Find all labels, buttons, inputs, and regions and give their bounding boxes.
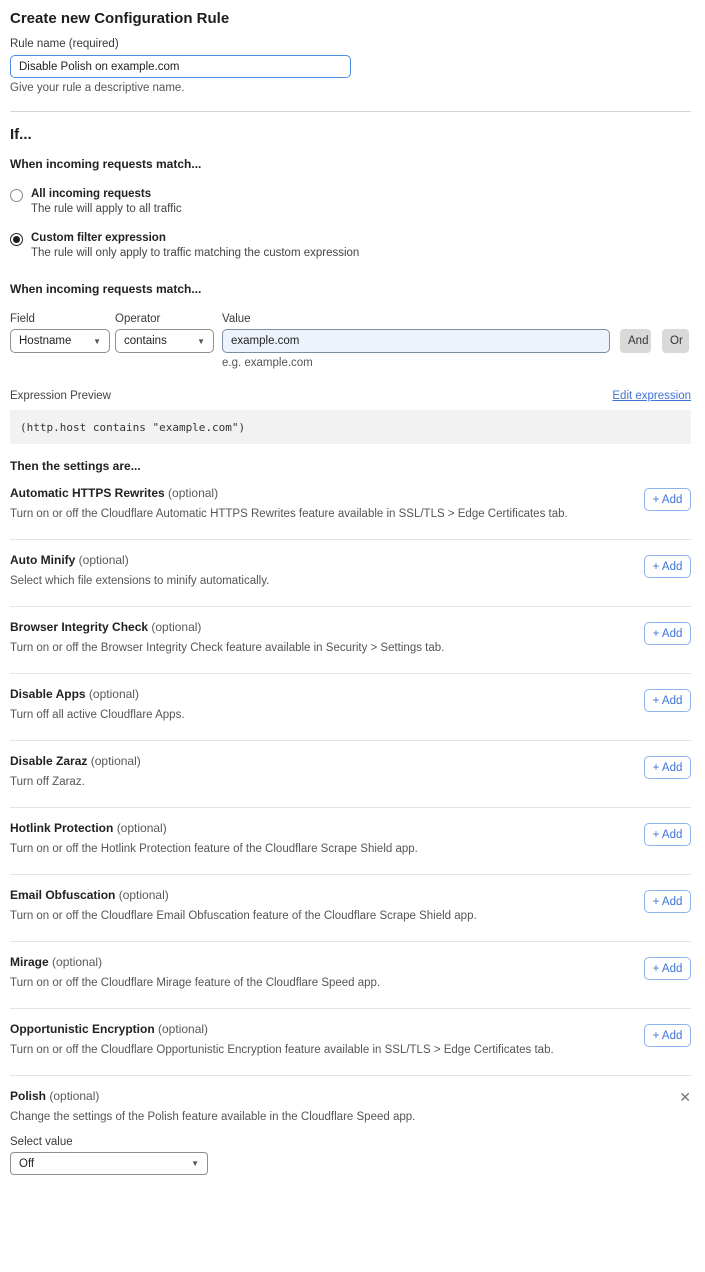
setting-title: Disable Zaraz (optional) (10, 754, 141, 768)
then-settings-heading: Then the settings are... (10, 459, 691, 473)
radio-custom-filter-expression[interactable] (10, 233, 23, 246)
add-button[interactable]: + Add (644, 756, 691, 779)
value-label: Value (222, 313, 251, 325)
add-button[interactable]: + Add (644, 689, 691, 712)
setting-row-automatic-https-rewrites: Automatic HTTPS Rewrites (optional) Turn… (10, 473, 691, 539)
setting-title: Auto Minify (optional) (10, 553, 269, 567)
setting-title: Email Obfuscation (optional) (10, 888, 477, 902)
field-select-value: Hostname (19, 335, 71, 347)
radio-row-all-incoming: All incoming requests The rule will appl… (10, 188, 691, 215)
close-icon[interactable]: ✕ (679, 1090, 691, 1104)
radio-row-custom-filter: Custom filter expression The rule will o… (10, 232, 691, 259)
setting-row-mirage: Mirage (optional) Turn on or off the Clo… (10, 942, 691, 1008)
expression-code-block: (http.host contains "example.com") (10, 410, 691, 444)
section-divider (10, 111, 691, 112)
setting-row-opportunistic-encryption: Opportunistic Encryption (optional) Turn… (10, 1009, 691, 1075)
setting-title: Polish (optional) (10, 1089, 99, 1103)
setting-title: Hotlink Protection (optional) (10, 821, 418, 835)
chevron-down-icon: ▼ (93, 337, 101, 346)
setting-description: Turn on or off the Hotlink Protection fe… (10, 843, 418, 855)
value-input[interactable] (222, 329, 610, 353)
rule-name-input[interactable] (10, 55, 351, 78)
page-title: Create new Configuration Rule (10, 10, 691, 28)
add-button[interactable]: + Add (644, 823, 691, 846)
setting-description: Turn on or off the Cloudflare Opportunis… (10, 1044, 554, 1056)
setting-title: Opportunistic Encryption (optional) (10, 1022, 554, 1036)
matcher-heading: When incoming requests match... (10, 282, 691, 296)
setting-title: Disable Apps (optional) (10, 687, 185, 701)
expression-preview-row: Expression Preview Edit expression (10, 390, 691, 402)
setting-description: Turn off all active Cloudflare Apps. (10, 709, 185, 721)
polish-select-value: Off (19, 1158, 34, 1170)
radio-all-incoming-requests[interactable] (10, 189, 23, 202)
matcher-controls: Hostname ▼ contains ▼ And Or (10, 329, 691, 353)
add-button[interactable]: + Add (644, 622, 691, 645)
field-select[interactable]: Hostname ▼ (10, 329, 110, 353)
setting-row-auto-minify: Auto Minify (optional) Select which file… (10, 540, 691, 606)
chevron-down-icon: ▼ (191, 1159, 199, 1168)
and-button[interactable]: And (620, 329, 651, 353)
radio-description: The rule will apply to all traffic (31, 203, 182, 215)
setting-description: Turn on or off the Cloudflare Email Obfu… (10, 910, 477, 922)
rule-name-label: Rule name (required) (10, 38, 691, 50)
operator-select[interactable]: contains ▼ (115, 329, 214, 353)
add-button[interactable]: + Add (644, 1024, 691, 1047)
setting-description: Turn off Zaraz. (10, 776, 141, 788)
setting-row-disable-apps: Disable Apps (optional) Turn off all act… (10, 674, 691, 740)
setting-row-email-obfuscation: Email Obfuscation (optional) Turn on or … (10, 875, 691, 941)
edit-expression-link[interactable]: Edit expression (612, 390, 691, 402)
add-button[interactable]: + Add (644, 488, 691, 511)
rule-name-helper: Give your rule a descriptive name. (10, 82, 691, 94)
radio-label[interactable]: Custom filter expression (31, 232, 359, 244)
setting-description: Turn on or off the Cloudflare Mirage fea… (10, 977, 380, 989)
operator-select-value: contains (124, 335, 167, 347)
create-configuration-rule-page: Create new Configuration Rule Rule name … (0, 0, 705, 1175)
add-button[interactable]: + Add (644, 555, 691, 578)
setting-description: Change the settings of the Polish featur… (10, 1111, 691, 1123)
polish-value-select[interactable]: Off ▼ (10, 1152, 208, 1175)
setting-row-disable-zaraz: Disable Zaraz (optional) Turn off Zaraz.… (10, 741, 691, 807)
setting-description: Select which file extensions to minify a… (10, 575, 269, 587)
setting-row-browser-integrity-check: Browser Integrity Check (optional) Turn … (10, 607, 691, 673)
matcher-labels: Field Operator Value (10, 313, 691, 325)
expression-preview-label: Expression Preview (10, 390, 111, 402)
add-button[interactable]: + Add (644, 890, 691, 913)
setting-title: Browser Integrity Check (optional) (10, 620, 444, 634)
setting-row-hotlink-protection: Hotlink Protection (optional) Turn on or… (10, 808, 691, 874)
radio-label[interactable]: All incoming requests (31, 188, 182, 200)
setting-title: Mirage (optional) (10, 955, 380, 969)
select-value-label: Select value (10, 1136, 691, 1148)
incoming-requests-subheading: When incoming requests match... (10, 157, 691, 171)
setting-description: Turn on or off the Cloudflare Automatic … (10, 508, 568, 520)
if-heading: If... (10, 126, 691, 144)
add-button[interactable]: + Add (644, 957, 691, 980)
or-button[interactable]: Or (662, 329, 689, 353)
operator-label: Operator (115, 313, 222, 325)
field-label: Field (10, 313, 115, 325)
setting-title: Automatic HTTPS Rewrites (optional) (10, 486, 568, 500)
setting-description: Turn on or off the Browser Integrity Che… (10, 642, 444, 654)
value-helper: e.g. example.com (222, 357, 691, 369)
radio-description: The rule will only apply to traffic matc… (31, 247, 359, 259)
setting-row-polish: Polish (optional) ✕ Change the settings … (10, 1076, 691, 1175)
chevron-down-icon: ▼ (197, 337, 205, 346)
